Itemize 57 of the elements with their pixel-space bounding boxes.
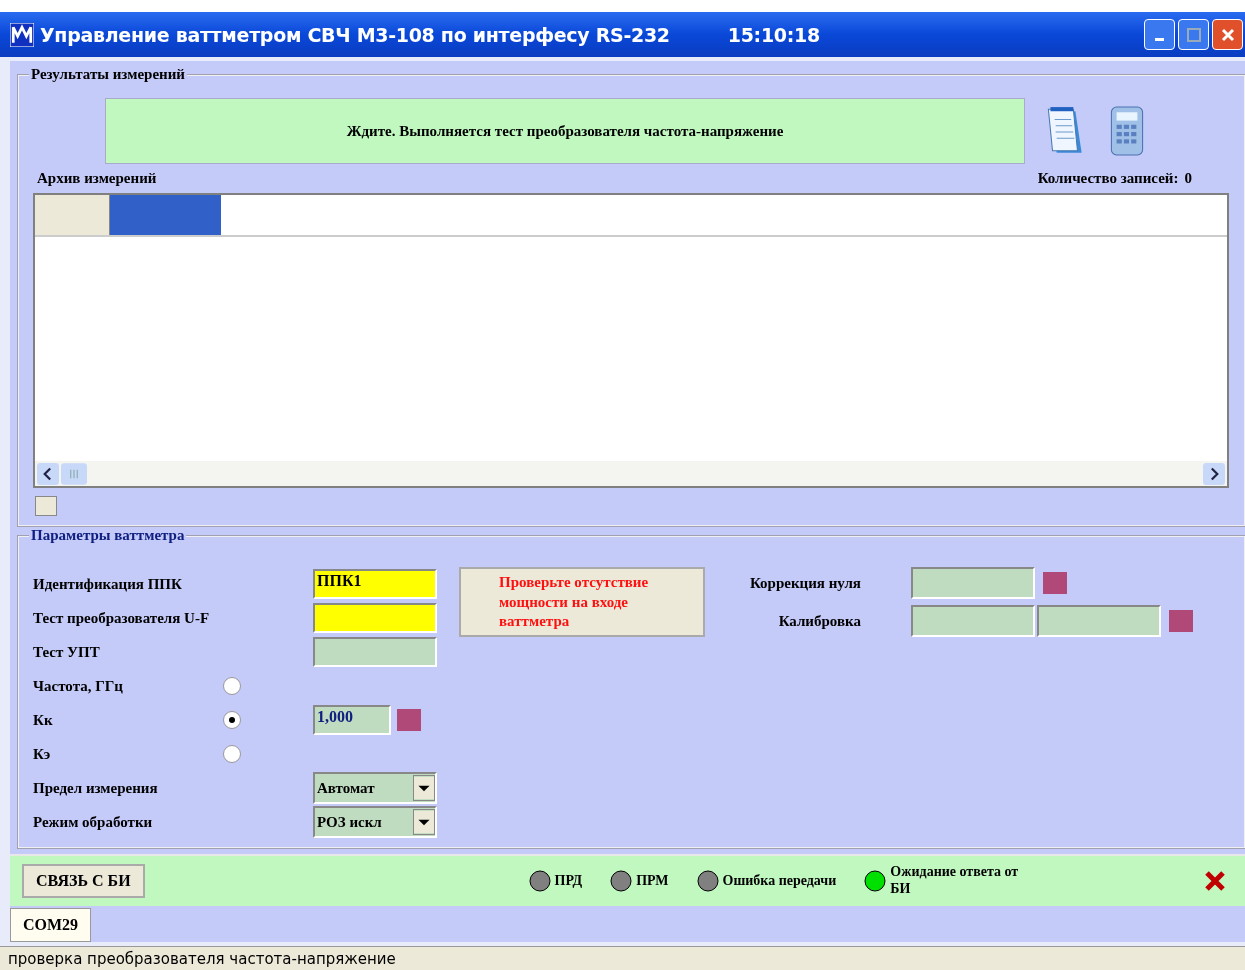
indicator-label: ПРД xyxy=(554,872,583,890)
input-field[interactable]: ППК1 xyxy=(313,569,437,600)
parameter-label: Режим обработки xyxy=(33,813,154,831)
indicator-label: ПРМ xyxy=(636,872,669,890)
set-button[interactable] xyxy=(397,709,421,732)
connect-button[interactable]: СВЯЗЬ С БИ xyxy=(22,864,145,899)
horizontal-scrollbar[interactable] xyxy=(35,461,1227,486)
group-title: Параметры ваттметра xyxy=(29,527,187,545)
input-field[interactable]: 1,000 xyxy=(313,705,391,736)
small-button[interactable] xyxy=(35,496,57,516)
record-count: 0 xyxy=(1184,170,1192,187)
tab[interactable]: COM29 xyxy=(10,908,92,942)
minimize-button[interactable] xyxy=(1144,19,1175,50)
parameter-label: Тест преобразователя U-F xyxy=(33,609,211,627)
indicator-label: Ожидание ответа от БИ xyxy=(890,864,1019,898)
indicator-led xyxy=(610,870,633,893)
set-button[interactable] xyxy=(1043,572,1067,595)
input-field[interactable] xyxy=(911,605,1035,638)
dropdown[interactable]: РОЗ искл xyxy=(313,806,437,839)
caret-icon xyxy=(413,809,435,836)
status-bar: проверка преобразователя частота-напряжение xyxy=(0,946,1245,970)
indicator-led xyxy=(864,870,887,893)
radio-button[interactable] xyxy=(223,745,241,764)
scroll-left-icon[interactable] xyxy=(37,462,59,485)
parameter-label: Предел измерения xyxy=(33,779,159,797)
selected-header-cell[interactable] xyxy=(110,195,221,235)
input-field[interactable] xyxy=(1037,605,1161,638)
indicator-label: Ошибка передачи xyxy=(722,872,837,890)
window-title: Управление ваттметром СВЧ М3-108 по интерфесу RS-232 xyxy=(40,23,670,46)
parameter-label: Тест УПТ xyxy=(33,643,101,661)
input-field[interactable] xyxy=(313,637,437,668)
zero-correction-label: Коррекция нуля xyxy=(748,574,861,592)
dropdown[interactable]: Автомат xyxy=(313,772,437,805)
caret-icon xyxy=(413,775,435,802)
radio-button[interactable] xyxy=(223,677,241,696)
parameter-label: Кэ xyxy=(33,745,52,763)
indicator-led xyxy=(696,870,719,893)
indicator-led xyxy=(528,870,551,893)
status-message: Ждите. Выполняется тест преобразователя частота-напряжение xyxy=(105,98,1025,164)
input-field[interactable] xyxy=(911,567,1035,600)
scroll-thumb[interactable] xyxy=(61,462,87,485)
calibration-label: Калибровка xyxy=(777,612,861,630)
parameter-label: Идентификация ППК xyxy=(33,575,183,593)
group-title: Результаты измерений xyxy=(29,66,187,83)
close-button[interactable] xyxy=(1212,19,1243,50)
clock: 15:10:18 xyxy=(727,23,820,46)
scroll-right-icon[interactable] xyxy=(1203,462,1225,485)
archive-label: Архив измерений xyxy=(36,170,157,187)
minimize-icon xyxy=(1155,38,1164,41)
maximize-button[interactable] xyxy=(1178,19,1209,50)
app-icon xyxy=(10,22,34,47)
parameter-label: Частота, ГГц xyxy=(33,677,124,695)
record-count-label: Количество записей: xyxy=(1037,170,1179,187)
input-field[interactable] xyxy=(313,603,437,634)
parameter-label: Кк xyxy=(33,711,54,729)
radio-button[interactable] xyxy=(223,711,241,730)
set-button[interactable] xyxy=(1169,610,1193,633)
